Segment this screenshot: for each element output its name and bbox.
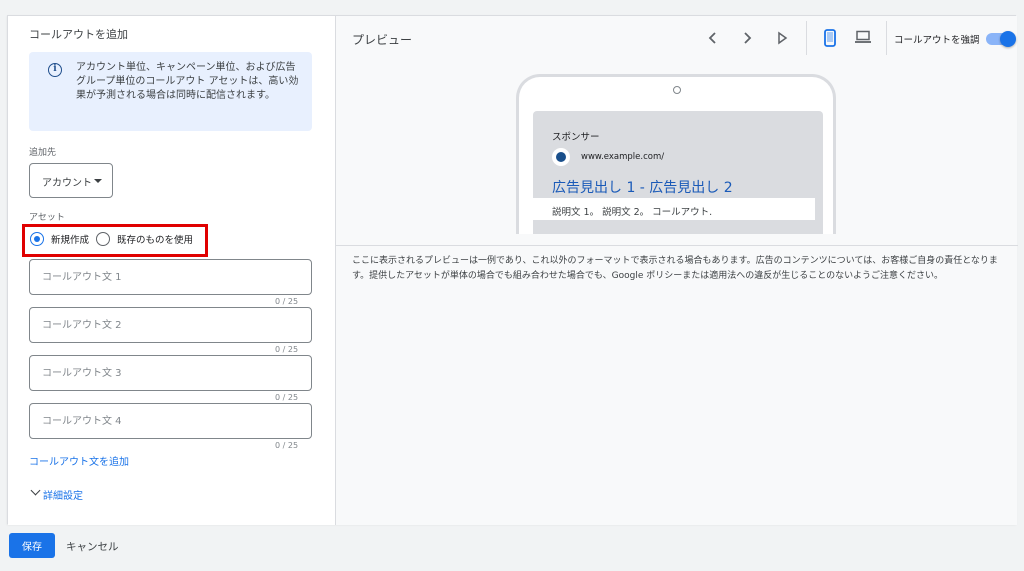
save-button[interactable]: 保存 [9, 533, 55, 558]
info-icon: i [48, 63, 62, 77]
laptop-icon[interactable] [854, 30, 872, 48]
info-text: アカウント単位、キャンペーン単位、および広告グループ単位のコールアウト アセット… [76, 62, 299, 101]
highlight-toggle[interactable] [986, 31, 1016, 47]
divider [336, 245, 1018, 246]
left-panel: コールアウトを追加 i アカウント単位、キャンペーン単位、および広告グループ単位… [8, 16, 335, 525]
add-callout-link[interactable]: コールアウト文を追加 [29, 453, 129, 468]
chevron-right-icon[interactable] [742, 31, 752, 49]
add-to-dropdown[interactable]: アカウント [29, 163, 113, 198]
toggle-knob [1000, 31, 1016, 47]
toolbar-divider [806, 21, 807, 55]
radio-new[interactable] [30, 232, 44, 246]
highlight-toggle-label: コールアウトを強調 [894, 35, 980, 46]
assets-label: アセット [29, 213, 65, 223]
callout-editor-card: コールアウトを追加 i アカウント単位、キャンペーン単位、および広告グループ単位… [7, 15, 1018, 525]
callout-field-2[interactable] [29, 307, 312, 343]
char-counter: 0 / 25 [275, 393, 299, 402]
preview-title: プレビュー [352, 33, 413, 47]
panel-title: コールアウトを追加 [29, 28, 128, 41]
chevron-down-icon[interactable] [30, 485, 41, 496]
ad-headline: 広告見出し 1 - 広告見出し 2 [552, 180, 733, 196]
caret-down-icon [94, 179, 102, 183]
cancel-button[interactable]: キャンセル [66, 539, 119, 554]
mobile-icon[interactable] [824, 29, 836, 51]
sponsor-label: スポンサー [552, 132, 600, 143]
callout-field-1[interactable] [29, 259, 312, 295]
char-counter: 0 / 25 [275, 441, 299, 450]
callout-field-4[interactable] [29, 403, 312, 439]
add-to-label: 追加先 [29, 148, 57, 158]
ad-description: 説明文 1。 説明文 2。 コールアウト. [552, 207, 713, 218]
callout-input-1[interactable] [30, 260, 311, 294]
play-icon[interactable] [776, 31, 788, 49]
chevron-left-icon[interactable] [708, 31, 718, 49]
toolbar-divider [886, 21, 887, 55]
disclaimer-text: ここに表示されるプレビューは一例であり、これ以外のフォーマットで表示される場合も… [352, 256, 998, 281]
add-to-value: アカウント [42, 178, 92, 189]
info-banner: i アカウント単位、キャンペーン単位、および広告グループ単位のコールアウト アセ… [29, 52, 312, 131]
camera-icon [673, 86, 681, 94]
ad-preview-card: スポンサー www.example.com/ 広告見出し 1 - 広告見出し 2… [533, 111, 823, 234]
ad-url: www.example.com/ [581, 152, 665, 162]
globe-icon [552, 148, 570, 166]
callout-input-2[interactable] [30, 308, 311, 342]
callout-input-3[interactable] [30, 356, 311, 390]
radio-new-label[interactable]: 新規作成 [51, 232, 89, 246]
advanced-settings-link[interactable]: 詳細設定 [43, 487, 83, 502]
preview-panel: プレビュー コールアウトを強調 スポンサー www.example.com/ 広… [335, 16, 1018, 525]
callout-input-4[interactable] [30, 404, 311, 438]
radio-existing-label[interactable]: 既存のものを使用 [117, 232, 193, 246]
radio-existing[interactable] [96, 232, 110, 246]
char-counter: 0 / 25 [275, 345, 299, 354]
phone-frame: スポンサー www.example.com/ 広告見出し 1 - 広告見出し 2… [516, 74, 836, 234]
callout-field-3[interactable] [29, 355, 312, 391]
char-counter: 0 / 25 [275, 297, 299, 306]
